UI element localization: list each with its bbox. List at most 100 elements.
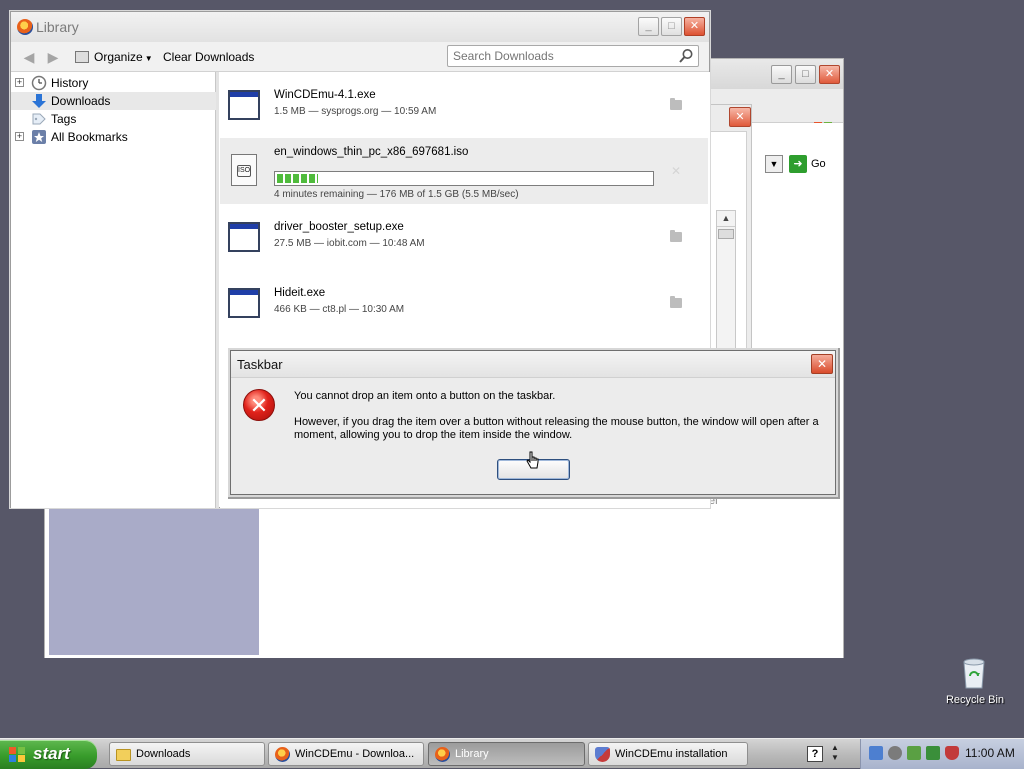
installer-close-button[interactable]: ✕ <box>729 107 751 127</box>
recycle-bin-label: Recycle Bin <box>945 694 1005 706</box>
scroll-up-arrow-icon[interactable]: ▲ <box>717 211 735 227</box>
help-icon[interactable]: ? <box>807 746 823 762</box>
sidebar-item-label: Downloads <box>51 94 111 108</box>
firefox-icon <box>435 747 450 762</box>
taskbar-button-downloads[interactable]: Downloads <box>109 742 265 766</box>
minimize-button[interactable]: _ <box>771 65 792 84</box>
go-arrow-icon: ➜ <box>789 155 807 173</box>
dialog-close-button[interactable]: ✕ <box>811 354 833 374</box>
go-label: Go <box>811 158 826 170</box>
background-left-pane <box>49 499 259 655</box>
open-folder-icon[interactable] <box>670 98 682 110</box>
organize-icon <box>75 51 89 63</box>
installer-scrollbar[interactable]: ▲ <box>716 210 736 370</box>
progress-fill <box>277 174 319 183</box>
taskbar-button-wincdemu-firefox[interactable]: WinCDEmu - Downloa... <box>268 742 424 766</box>
download-meta: 4 minutes remaining — 176 MB of 1.5 GB (… <box>274 189 519 200</box>
download-name: driver_booster_setup.exe <box>274 221 404 233</box>
firefox-icon <box>17 19 33 35</box>
clock-icon <box>31 75 47 91</box>
dialog-detail: However, if you drag the item over a but… <box>294 416 819 441</box>
exe-file-icon <box>228 90 260 120</box>
library-minimize-button[interactable]: _ <box>638 17 659 36</box>
open-folder-icon[interactable] <box>670 230 682 242</box>
download-item[interactable]: driver_booster_setup.exe 27.5 MB — iobit… <box>220 204 708 270</box>
taskbar-button-label: Downloads <box>136 748 191 760</box>
search-box[interactable] <box>447 45 699 67</box>
download-name: Hideit.exe <box>274 287 326 299</box>
tag-icon <box>32 113 46 125</box>
download-progress-bar <box>274 171 654 186</box>
error-icon: ✕ <box>243 389 275 421</box>
taskbar-button-label: WinCDEmu - Downloa... <box>295 748 415 760</box>
clear-downloads-button[interactable]: Clear Downloads <box>163 48 254 66</box>
download-meta: 1.5 MB — sysprogs.org — 10:59 AM <box>274 106 437 117</box>
back-arrow-icon[interactable]: ◀ <box>21 49 37 65</box>
installer-button-fragment: el <box>709 495 718 507</box>
sidebar-item-tags[interactable]: Tags <box>11 110 216 128</box>
close-button[interactable]: ✕ <box>819 65 840 84</box>
cancel-download-icon[interactable]: ✕ <box>671 165 681 177</box>
library-toolbar: ◀ ▶ Organize ▼ Clear Downloads <box>11 42 709 72</box>
organize-button[interactable]: Organize ▼ <box>75 48 153 66</box>
iso-disc-label: ISO <box>237 165 251 177</box>
taskbar-button-label: Library <box>455 748 489 760</box>
taskbar-button-library[interactable]: Library <box>428 742 585 766</box>
download-item[interactable]: WinCDEmu-4.1.exe 1.5 MB — sysprogs.org —… <box>220 72 708 138</box>
update-icon[interactable] <box>907 746 921 760</box>
iso-file-icon: ISO <box>231 154 257 186</box>
expand-icon[interactable]: + <box>15 132 24 141</box>
download-item[interactable]: Hideit.exe 466 KB — ct8.pl — 10:30 AM <box>220 270 708 336</box>
system-tray: 11:00 AM <box>860 739 1024 769</box>
organize-caret-icon: ▼ <box>144 54 153 63</box>
pane-splitter[interactable] <box>216 72 219 508</box>
open-folder-icon[interactable] <box>670 296 682 308</box>
download-arrow-icon <box>32 94 46 108</box>
network-icon[interactable] <box>869 746 883 760</box>
address-dropdown-button[interactable]: ▼ <box>765 155 783 173</box>
dialog-title: Taskbar <box>237 357 283 372</box>
library-close-button[interactable]: ✕ <box>684 17 705 36</box>
library-titlebar[interactable]: Library _ □ ✕ <box>11 12 709 42</box>
windows-taskbar: start Downloads WinCDEmu - Downloa... Li… <box>0 738 1024 769</box>
dialog-message: You cannot drop an item onto a button on… <box>294 390 556 402</box>
shield-icon <box>595 747 610 762</box>
firefox-icon <box>275 747 290 762</box>
expand-icon[interactable]: + <box>15 78 24 87</box>
sidebar-item-downloads[interactable]: Downloads <box>11 92 216 110</box>
maximize-button[interactable]: □ <box>795 65 816 84</box>
search-input[interactable] <box>448 46 674 66</box>
settings-gear-icon[interactable] <box>888 746 902 760</box>
forward-arrow-icon[interactable]: ▶ <box>45 49 61 65</box>
go-button[interactable]: ➜ Go <box>789 155 839 173</box>
sidebar-item-label: Tags <box>51 112 77 126</box>
sidebar-item-label: History <box>51 76 89 90</box>
security-shield-icon[interactable] <box>945 746 959 760</box>
exe-file-icon <box>228 288 260 318</box>
start-button[interactable]: start <box>0 740 97 769</box>
scroll-thumb[interactable] <box>718 229 734 239</box>
hand-cursor-icon <box>526 451 539 469</box>
recycle-bin-icon <box>963 658 985 689</box>
download-name: WinCDEmu-4.1.exe <box>274 89 376 101</box>
exe-file-icon <box>228 222 260 252</box>
download-name: en_windows_thin_pc_x86_697681.iso <box>274 146 469 158</box>
taskbar-button-label: WinCDEmu installation <box>615 748 728 760</box>
sidebar-item-history[interactable]: + History <box>11 74 216 92</box>
download-item-active[interactable]: ISO en_windows_thin_pc_x86_697681.iso 4 … <box>220 138 708 204</box>
windows-logo-icon <box>9 747 25 762</box>
dialog-titlebar[interactable]: Taskbar ✕ <box>231 351 835 378</box>
sidebar-item-all-bookmarks[interactable]: + All Bookmarks <box>11 128 216 146</box>
download-meta: 27.5 MB — iobit.com — 10:48 AM <box>274 238 425 249</box>
library-maximize-button[interactable]: □ <box>661 17 682 36</box>
organize-label: Organize <box>94 50 143 64</box>
library-title: Library <box>36 19 79 35</box>
start-label: start <box>33 744 70 763</box>
clock[interactable]: 11:00 AM <box>965 746 1015 760</box>
connections-icon[interactable] <box>926 746 940 760</box>
search-icon[interactable] <box>678 48 694 64</box>
taskbar-button-wincdemu-installation[interactable]: WinCDEmu installation <box>588 742 748 766</box>
tray-expand-icon[interactable]: ▲ ▼ <box>831 743 839 763</box>
sidebar-item-label: All Bookmarks <box>51 130 128 144</box>
taskbar-error-dialog[interactable]: Taskbar ✕ ✕ You cannot drop an item onto… <box>230 350 836 495</box>
